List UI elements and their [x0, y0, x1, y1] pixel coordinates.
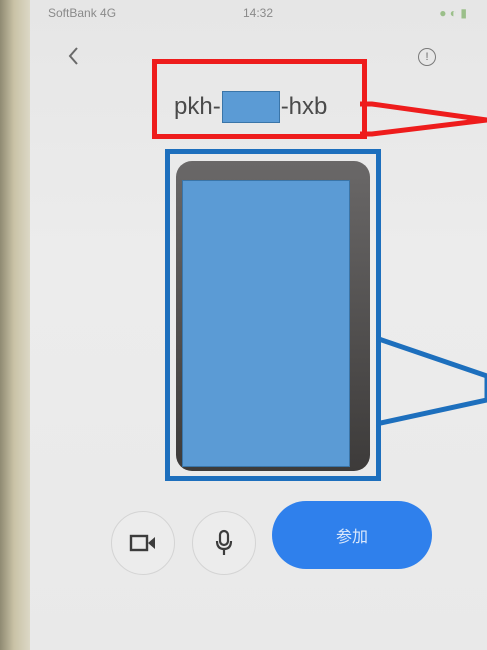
camera-toggle-button[interactable]: [111, 511, 175, 575]
microphone-icon: [215, 529, 233, 555]
meeting-code-suffix: -hxb: [280, 93, 328, 120]
video-camera-icon: [129, 534, 155, 552]
join-button[interactable]: 参加: [272, 501, 432, 569]
preview-highlight-box: [165, 149, 381, 481]
back-button[interactable]: [62, 44, 86, 68]
meeting-code: pkh- -hxb: [174, 91, 328, 123]
chevron-left-icon: [68, 47, 78, 65]
meeting-code-redaction: [221, 91, 280, 123]
mic-toggle-button[interactable]: [192, 511, 256, 575]
device-bezel: [0, 0, 30, 650]
status-time: 14:32: [243, 6, 274, 20]
status-bar: SoftBank 4G 14:32 ● ◐ ▮: [48, 6, 467, 24]
info-button[interactable]: !: [418, 48, 436, 66]
info-icon: !: [425, 51, 429, 63]
preview-callout-pointer: [376, 335, 487, 427]
meeting-code-prefix: pkh-: [174, 93, 221, 120]
code-callout-pointer: [360, 101, 487, 137]
status-carrier: SoftBank 4G: [48, 6, 117, 20]
battery-icon: ● ◐ ▮: [439, 6, 467, 20]
